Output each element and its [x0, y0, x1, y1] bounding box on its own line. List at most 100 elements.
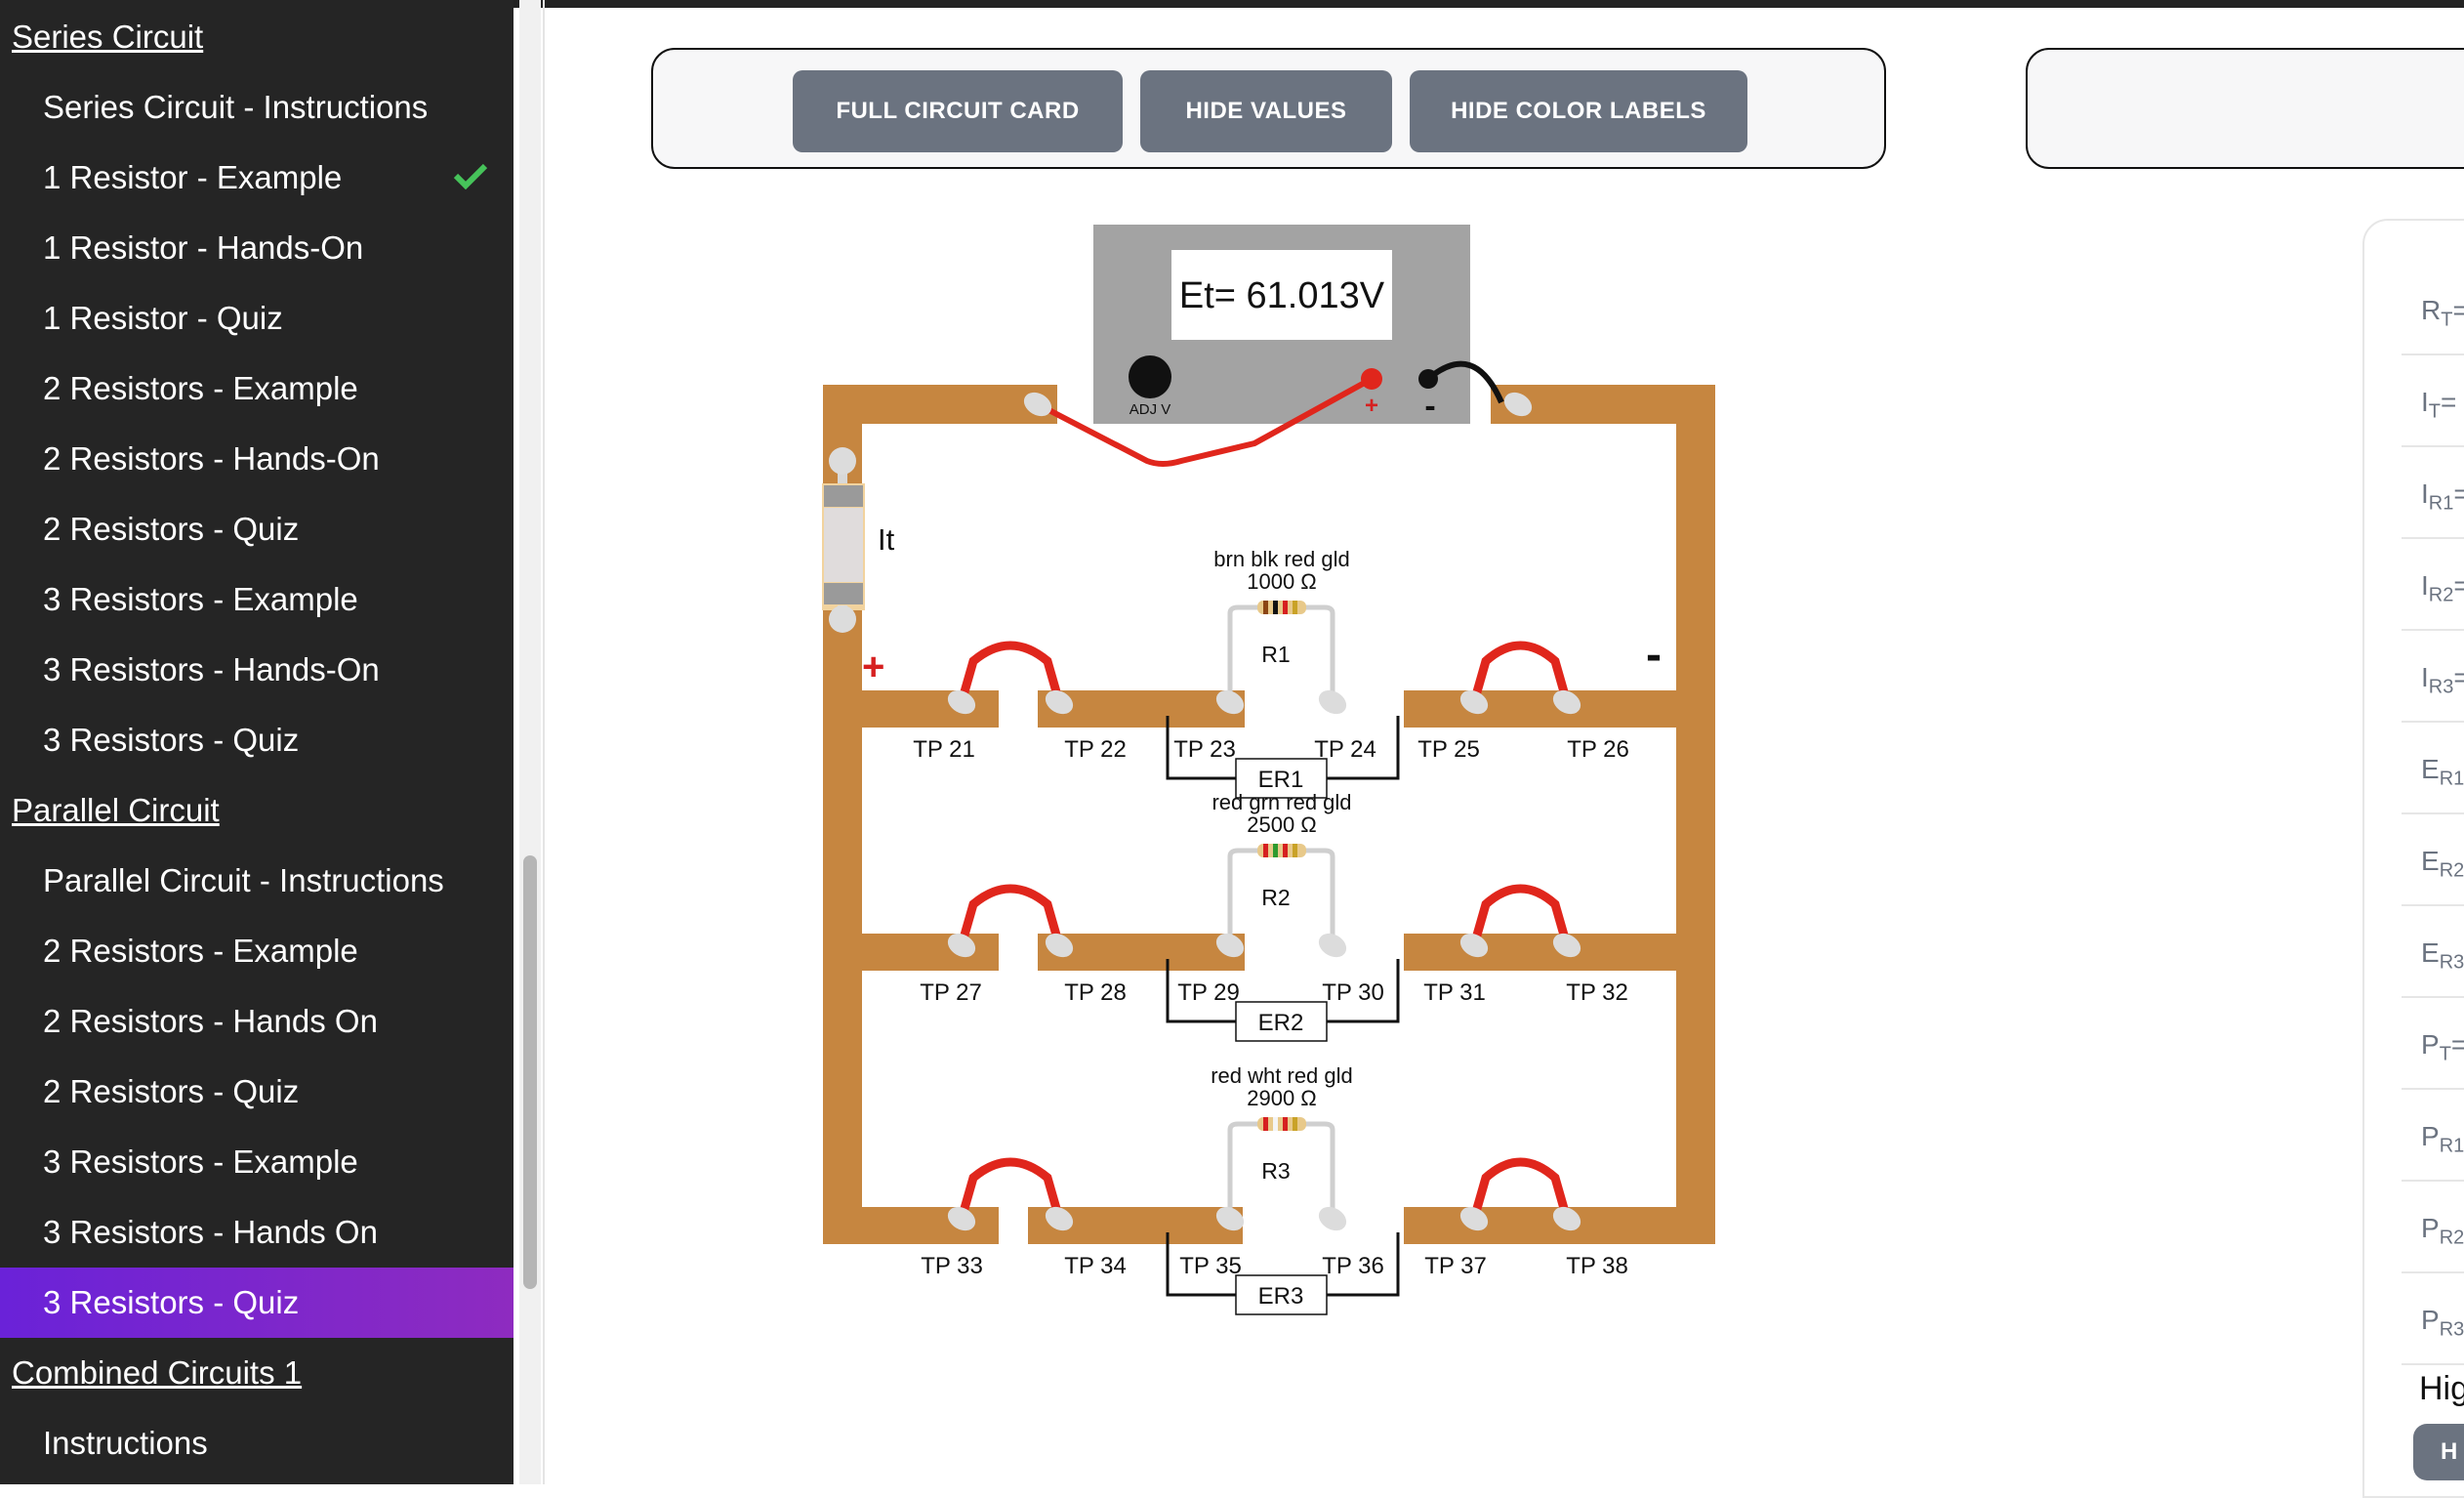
sidebar-item-label: 2 Resistors - Hands On — [43, 1003, 378, 1039]
hide-values-button[interactable]: HIDE VALUES — [1140, 70, 1392, 152]
result-label: IR3= — [2421, 662, 2464, 699]
result-label-subscript: R3 — [2428, 676, 2454, 698]
sidebar-item[interactable]: 3 Resistors - Hands-On — [0, 635, 513, 705]
result-label: IT= — [2421, 387, 2456, 424]
sidebar-item-label: 2 Resistors - Hands-On — [43, 440, 380, 477]
sidebar-item-label: Parallel Circuit — [12, 792, 220, 828]
sidebar-item-label: 3 Resistors - Example — [43, 1144, 358, 1180]
sidebar-item[interactable]: 3 Resistors - Example — [0, 564, 513, 635]
hide-color-labels-button[interactable]: HIDE COLOR LABELS — [1410, 70, 1747, 152]
color-band — [1283, 1117, 1288, 1131]
sidebar-item[interactable]: 2 Resistors - Hands-On — [0, 424, 513, 494]
sidebar-item-label: Series Circuit - Instructions — [43, 89, 429, 125]
panel-footer-button[interactable]: H — [2413, 1424, 2464, 1480]
sidebar-item[interactable]: Series Circuit - Instructions — [0, 72, 513, 143]
resistor-value: 1000 Ω — [1247, 569, 1317, 594]
sidebar-item[interactable]: Instructions — [0, 1408, 513, 1478]
result-label-equals: = — [2452, 295, 2464, 325]
result-label: PT= — [2421, 1029, 2464, 1066]
adjust-voltage-knob[interactable] — [1129, 355, 1171, 398]
supply-positive-terminal[interactable] — [1361, 368, 1382, 390]
sidebar-item[interactable]: 3 Resistors - Example — [0, 1127, 513, 1197]
resistor-value: 2500 Ω — [1247, 812, 1317, 837]
color-band — [1273, 844, 1278, 857]
test-point-label: TP 32 — [1566, 979, 1628, 1006]
test-point-label: TP 38 — [1566, 1253, 1628, 1279]
result-label-symbol: P — [2421, 1029, 2440, 1060]
voltage-probe-label: ER3 — [1258, 1283, 1304, 1310]
sidebar-item-label: Parallel Circuit - Instructions — [43, 862, 444, 898]
content-divider — [543, 0, 545, 1484]
resistor-value: 2900 Ω — [1247, 1086, 1317, 1110]
result-label-symbol: I — [2421, 479, 2429, 509]
result-label-symbol: R — [2421, 295, 2442, 325]
negative-rail-label: - — [1646, 629, 1662, 681]
result-label-symbol: P — [2421, 1305, 2440, 1335]
sidebar-item[interactable]: 1 Resistor - Quiz — [0, 283, 513, 354]
color-band — [1283, 844, 1288, 857]
sidebar-section-header[interactable]: Parallel Circuit — [0, 775, 513, 846]
resistor-name: R3 — [1261, 1158, 1290, 1184]
result-label-subscript: R3 — [2439, 1318, 2464, 1341]
sidebar-item-label: Series Circuit — [12, 19, 204, 55]
result-label-subscript: T — [2439, 1043, 2451, 1065]
test-point-label: TP 34 — [1064, 1253, 1127, 1279]
test-point-label: TP 29 — [1177, 979, 1240, 1006]
branch-trace — [1557, 690, 1715, 728]
sidebar-item[interactable]: 3 Resistors - Hands On — [0, 1197, 513, 1268]
sidebar-item[interactable]: 3 Resistors - Quiz — [0, 705, 513, 775]
test-point-label: TP 23 — [1173, 736, 1236, 763]
sidebar-item[interactable]: 1 Resistor - Hands-On — [0, 213, 513, 283]
test-point-label: TP 33 — [921, 1253, 983, 1279]
current-meter-label: It — [878, 522, 895, 557]
panel-footer-text: Hig — [2419, 1370, 2464, 1407]
adjust-voltage-label: ADJ V — [1129, 401, 1171, 418]
sidebar-item[interactable]: 3 Resistors - Quiz — [0, 1268, 513, 1338]
result-label-subscript: R1 — [2439, 1135, 2464, 1157]
sidebar-item[interactable]: 2 Resistors - Example — [0, 916, 513, 986]
sidebar-item[interactable]: 2 Resistors - Example — [0, 354, 513, 424]
sidebar-item-label: 2 Resistors - Quiz — [43, 511, 300, 547]
test-point-label: TP 37 — [1424, 1253, 1487, 1279]
test-point-label: TP 25 — [1417, 736, 1480, 763]
color-band — [1293, 1117, 1297, 1131]
result-label-subscript: T — [2428, 400, 2441, 423]
color-band — [1293, 601, 1297, 614]
sidebar-scrollbar[interactable] — [523, 855, 537, 1289]
result-label-equals: = — [2453, 479, 2464, 509]
result-label-subscript: R2 — [2439, 859, 2464, 882]
branch-trace — [1557, 934, 1715, 971]
sidebar-item-label: 3 Resistors - Example — [43, 581, 358, 617]
sidebar-item-label: 2 Resistors - Example — [43, 933, 358, 969]
color-band — [1283, 601, 1288, 614]
power-supply: Et= 61.013V ADJ V + - — [1093, 225, 1470, 425]
resistor-branch: red wht red gld2900 Ω R3 TP 33 TP 34 TP 35 TP… — [823, 1063, 1715, 1315]
resistor-name: R1 — [1261, 642, 1290, 667]
result-label: ER3 — [2421, 937, 2464, 975]
resistor-branch: brn blk red gld1000 Ω R1 TP 21 TP 22 TP 23 TP… — [823, 547, 1715, 799]
result-label-subscript: R1 — [2428, 492, 2454, 515]
sidebar-item[interactable]: Parallel Circuit - Instructions — [0, 846, 513, 916]
right-rail — [1676, 385, 1715, 1244]
test-point-label: TP 21 — [913, 736, 975, 763]
result-label-subscript: R1 — [2439, 768, 2464, 790]
color-band — [1263, 601, 1268, 614]
sidebar-item[interactable]: 2 Resistors - Hands On — [0, 986, 513, 1057]
result-label: PR3 — [2421, 1305, 2464, 1342]
sidebar-item[interactable]: 1 Resistor - Example — [0, 143, 513, 213]
supply-negative-terminal[interactable] — [1418, 369, 1438, 389]
sidebar-item-label: 2 Resistors - Example — [43, 370, 358, 406]
supply-positive-label: + — [1365, 393, 1378, 419]
sidebar-item[interactable]: 2 Resistors - Quiz — [0, 1057, 513, 1127]
sidebar-section-header[interactable]: Combined Circuits 1 — [0, 1338, 513, 1408]
result-label-symbol: P — [2421, 1121, 2440, 1151]
result-label-symbol: E — [2421, 846, 2440, 876]
full-circuit-card-button[interactable]: FULL CIRCUIT CARD — [793, 70, 1123, 152]
result-label: ER1= — [2421, 754, 2464, 791]
sidebar-item-label: 3 Resistors - Quiz — [43, 1284, 300, 1320]
sidebar-section-header[interactable]: Series Circuit — [0, 2, 513, 72]
result-label: ER2 — [2421, 846, 2464, 883]
supply-negative-label: - — [1424, 388, 1435, 425]
sidebar-item[interactable]: 2 Resistors - Quiz — [0, 494, 513, 564]
sidebar-item-label: Instructions — [43, 1425, 208, 1461]
